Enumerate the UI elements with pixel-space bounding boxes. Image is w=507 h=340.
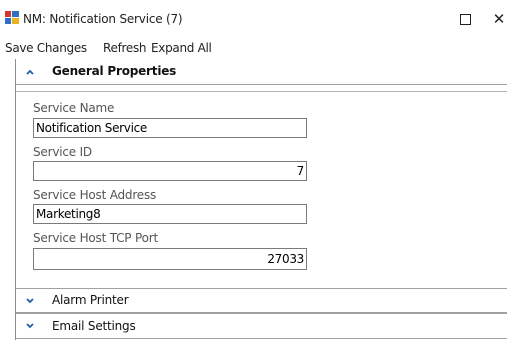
- service-id-input[interactable]: [33, 161, 307, 181]
- close-button[interactable]: ✕: [488, 8, 507, 30]
- section-label-alarm-printer: Alarm Printer: [52, 293, 129, 307]
- menu-bar: Save Changes Refresh Expand All: [0, 41, 507, 58]
- service-id-label: Service ID: [33, 145, 92, 159]
- service-name-input[interactable]: [33, 118, 307, 138]
- section-label-general-properties: General Properties: [52, 64, 177, 78]
- close-icon: ✕: [492, 10, 506, 28]
- notification-service-window: NM: Notification Service (7) ✕ Save Chan…: [0, 0, 507, 340]
- refresh-menu-item[interactable]: Refresh: [103, 41, 147, 55]
- save-changes-menu-item[interactable]: Save Changes: [5, 41, 87, 55]
- section-header-general-properties[interactable]: General Properties: [16, 59, 507, 85]
- chevron-down-icon: [26, 323, 34, 329]
- title-bar[interactable]: NM: Notification Service (7) ✕: [0, 0, 507, 38]
- service-host-tcp-port-input[interactable]: [33, 248, 307, 270]
- section-header-alarm-printer[interactable]: Alarm Printer: [16, 288, 507, 313]
- service-host-tcp-port-label: Service Host TCP Port: [33, 231, 158, 245]
- service-host-address-label: Service Host Address: [33, 188, 157, 202]
- section-divider: [16, 91, 507, 92]
- maximize-icon: [460, 14, 471, 25]
- chevron-up-icon: [26, 69, 34, 75]
- service-host-address-input[interactable]: [33, 204, 307, 224]
- app-icon: [5, 11, 19, 24]
- section-header-email-settings[interactable]: Email Settings: [16, 313, 507, 339]
- chevron-down-icon: [26, 298, 34, 304]
- section-label-email-settings: Email Settings: [52, 319, 136, 333]
- expand-all-menu-item[interactable]: Expand All: [151, 41, 212, 55]
- window-title: NM: Notification Service (7): [23, 12, 183, 26]
- maximize-button[interactable]: [455, 8, 477, 30]
- service-name-label: Service Name: [33, 101, 115, 115]
